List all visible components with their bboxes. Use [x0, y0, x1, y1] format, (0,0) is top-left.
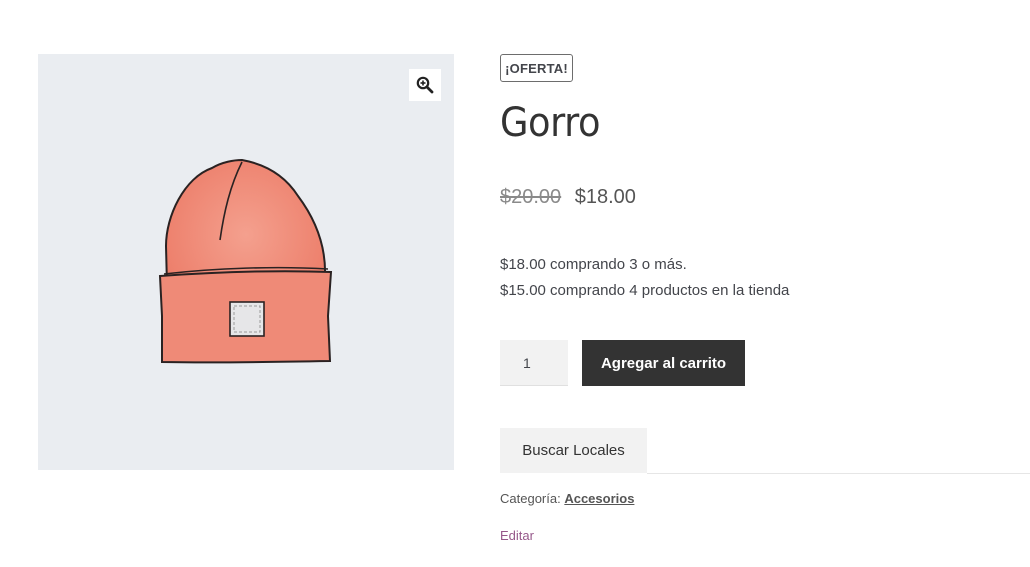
regular-price: $20.00	[500, 186, 562, 208]
beanie-hat-image[interactable]	[156, 156, 336, 368]
product-title: Gorro	[500, 100, 601, 146]
category-link[interactable]: Accesorios	[564, 491, 634, 506]
add-to-cart-button[interactable]: Agregar al carrito	[582, 340, 745, 386]
magnifier-zoom-icon	[416, 76, 434, 94]
tier-price-line: $15.00 comprando 4 productos en la tiend…	[500, 282, 790, 299]
category-label: Categoría:	[500, 491, 561, 506]
price: $20.00 $18.00	[500, 186, 636, 209]
tier-prices: $18.00 comprando 3 o más. $15.00 compran…	[500, 252, 789, 304]
zoom-button[interactable]	[409, 69, 441, 101]
tab-divider	[647, 473, 1030, 474]
product-gallery	[38, 54, 454, 470]
tier-price-line: $18.00 comprando 3 o más.	[500, 256, 687, 273]
product-meta: Categoría: Accesorios	[500, 491, 634, 506]
sale-badge: ¡OFERTA!	[500, 54, 573, 82]
tab-buscar-locales[interactable]: Buscar Locales	[500, 428, 647, 473]
edit-link[interactable]: Editar	[500, 528, 534, 543]
sale-price: $18.00	[574, 186, 636, 208]
quantity-input[interactable]	[500, 340, 568, 386]
